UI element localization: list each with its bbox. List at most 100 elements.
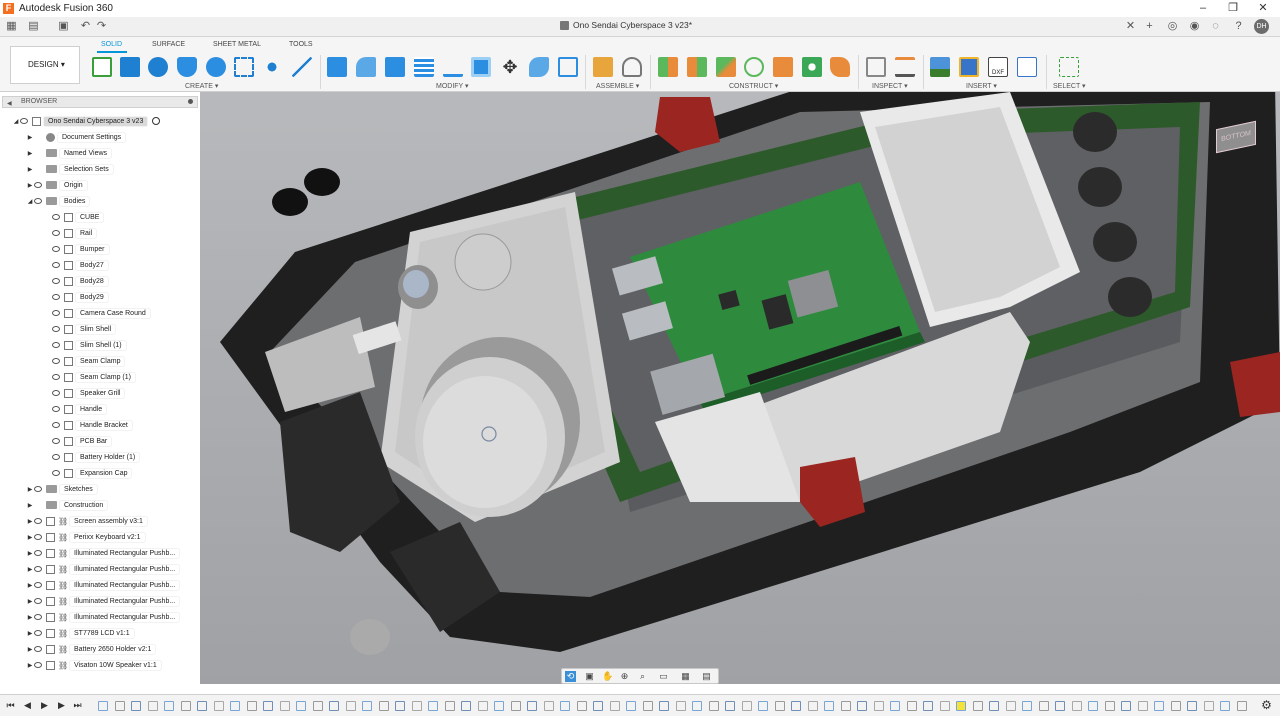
visibility-eye-icon[interactable]	[52, 214, 60, 220]
look-at-icon[interactable]: ▣	[584, 671, 595, 682]
timeline-feature[interactable]	[692, 701, 702, 711]
timeline-feature[interactable]	[626, 701, 636, 711]
tree-root[interactable]: ◢ Ono Sendai Cyberspace 3 v23	[12, 115, 161, 127]
timeline-feature[interactable]	[362, 701, 372, 711]
body-item[interactable]: Expansion Cap	[52, 467, 132, 479]
component-item[interactable]: ▶ ⛓ Illuminated Rectangular Pushb...	[26, 547, 180, 559]
body-item[interactable]: Handle Bracket	[52, 419, 132, 431]
tab-solid[interactable]: SOLID	[101, 41, 122, 48]
timeline-feature[interactable]	[543, 701, 554, 711]
body-item[interactable]: Body27	[52, 259, 108, 271]
modify-menu[interactable]: MODIFY ▾	[436, 82, 469, 90]
timeline-feature[interactable]	[230, 701, 240, 711]
timeline-feature[interactable]	[180, 701, 191, 711]
chamfer-icon[interactable]	[385, 57, 405, 77]
timeline-feature[interactable]	[395, 701, 405, 711]
component-item[interactable]: ▶ ⛓ Battery 2650 Holder v2:1	[26, 643, 156, 655]
timeline-feature[interactable]	[939, 701, 950, 711]
body-item[interactable]: Body28	[52, 275, 108, 287]
visibility-eye-icon[interactable]	[52, 358, 60, 364]
visibility-eye-icon[interactable]	[34, 630, 42, 636]
timeline-feature[interactable]	[345, 701, 356, 711]
timeline-feature[interactable]	[741, 701, 752, 711]
timeline-feature[interactable]	[312, 701, 323, 711]
tree-item-sketches[interactable]: ▶ Sketches	[26, 483, 97, 495]
tangent-plane-icon[interactable]	[716, 57, 736, 77]
visibility-eye-icon[interactable]	[34, 598, 42, 604]
timeline-feature[interactable]	[708, 701, 719, 711]
viewports-icon[interactable]: ▤	[701, 671, 712, 682]
new-component-icon[interactable]	[92, 57, 112, 77]
file-menu-icon[interactable]: ▤	[27, 20, 40, 33]
tree-item-selection-sets[interactable]: ▶ Selection Sets	[26, 163, 113, 175]
timeline-feature[interactable]	[923, 701, 933, 711]
visibility-eye-icon[interactable]	[34, 182, 42, 188]
help-icon[interactable]: ?	[1232, 20, 1245, 33]
chevron-right-icon[interactable]: ▶	[26, 662, 34, 669]
split-face-icon[interactable]	[529, 57, 549, 77]
go-to-start-icon[interactable]: ⏮	[5, 700, 16, 711]
extensions-icon[interactable]: ◎	[1166, 20, 1179, 33]
timeline-feature[interactable]	[659, 701, 669, 711]
insert-dxf-icon[interactable]: DXF	[988, 57, 1008, 77]
timeline-feature[interactable]	[840, 701, 851, 711]
timeline-feature[interactable]	[906, 701, 917, 711]
component-item[interactable]: ▶ ⛓ ST7789 LCD v1:1	[26, 627, 134, 639]
chevron-down-icon[interactable]: ◢	[26, 198, 34, 205]
body-item[interactable]: Battery Holder (1)	[52, 451, 140, 463]
visibility-eye-icon[interactable]	[34, 646, 42, 652]
timeline-feature[interactable]	[609, 701, 620, 711]
collapse-browser-icon[interactable]: ◀	[7, 99, 12, 109]
measure-icon[interactable]	[866, 57, 886, 77]
timeline-feature[interactable]	[197, 701, 207, 711]
timeline-feature[interactable]	[1236, 701, 1247, 711]
chevron-down-icon[interactable]: ◢	[12, 118, 20, 125]
press-pull-icon[interactable]	[327, 57, 347, 77]
timeline-feature[interactable]	[263, 701, 273, 711]
move-icon[interactable]: ✥	[500, 57, 520, 77]
component-item[interactable]: ▶ ⛓ Perixx Keyboard v2:1	[26, 531, 145, 543]
orbit-icon[interactable]: ⟲	[565, 671, 576, 682]
timeline-feature[interactable]	[131, 701, 141, 711]
visibility-eye-icon[interactable]	[34, 550, 42, 556]
body-item[interactable]: Speaker Grill	[52, 387, 125, 399]
chevron-right-icon[interactable]: ▶	[26, 598, 34, 605]
timeline-feature[interactable]	[296, 701, 306, 711]
body-item[interactable]: Rail	[52, 227, 97, 239]
axis-perpendicular-icon[interactable]	[773, 57, 793, 77]
insert-svg-icon[interactable]	[1017, 57, 1037, 77]
timeline-settings-gear-icon[interactable]: ⚙	[1261, 699, 1272, 711]
midplane-icon[interactable]	[830, 57, 850, 77]
timeline-feature[interactable]	[725, 701, 735, 711]
timeline-feature[interactable]	[527, 701, 537, 711]
tree-item-document-settings[interactable]: ▶ Document Settings	[26, 131, 126, 143]
timeline-feature[interactable]	[576, 701, 587, 711]
component-item[interactable]: ▶ ⛓ Visaton 10W Speaker v1:1	[26, 659, 161, 671]
timeline-feature[interactable]	[873, 701, 884, 711]
mirror-icon[interactable]	[292, 57, 312, 77]
tree-item-origin[interactable]: ▶ Origin	[26, 179, 87, 191]
timeline-feature[interactable]	[956, 701, 966, 711]
body-item[interactable]: Bumper	[52, 243, 109, 255]
fillet-icon[interactable]	[356, 57, 376, 77]
timeline-feature[interactable]	[1104, 701, 1115, 711]
chevron-right-icon[interactable]: ▶	[26, 150, 34, 157]
shell-icon[interactable]	[414, 57, 434, 77]
timeline-feature[interactable]	[1187, 701, 1197, 711]
pan-hand-icon[interactable]: ✋	[602, 671, 613, 682]
timeline-feature[interactable]	[774, 701, 785, 711]
revolve-icon[interactable]	[148, 57, 168, 77]
chevron-right-icon[interactable]: ▶	[26, 582, 34, 589]
body-item[interactable]: Seam Clamp	[52, 355, 125, 367]
visibility-eye-icon[interactable]	[52, 310, 60, 316]
visibility-eye-icon[interactable]	[34, 614, 42, 620]
construct-menu[interactable]: CONSTRUCT ▾	[729, 82, 778, 90]
axis-through-cylinder-icon[interactable]	[744, 57, 764, 77]
visibility-eye-icon[interactable]	[52, 390, 60, 396]
body-item[interactable]: Seam Clamp (1)	[52, 371, 135, 383]
rectangular-pattern-icon[interactable]	[234, 57, 254, 77]
timeline-feature[interactable]	[213, 701, 224, 711]
timeline-feature[interactable]	[1022, 701, 1032, 711]
timeline-feature[interactable]	[1055, 701, 1065, 711]
display-settings-icon[interactable]: ▭	[658, 671, 669, 682]
